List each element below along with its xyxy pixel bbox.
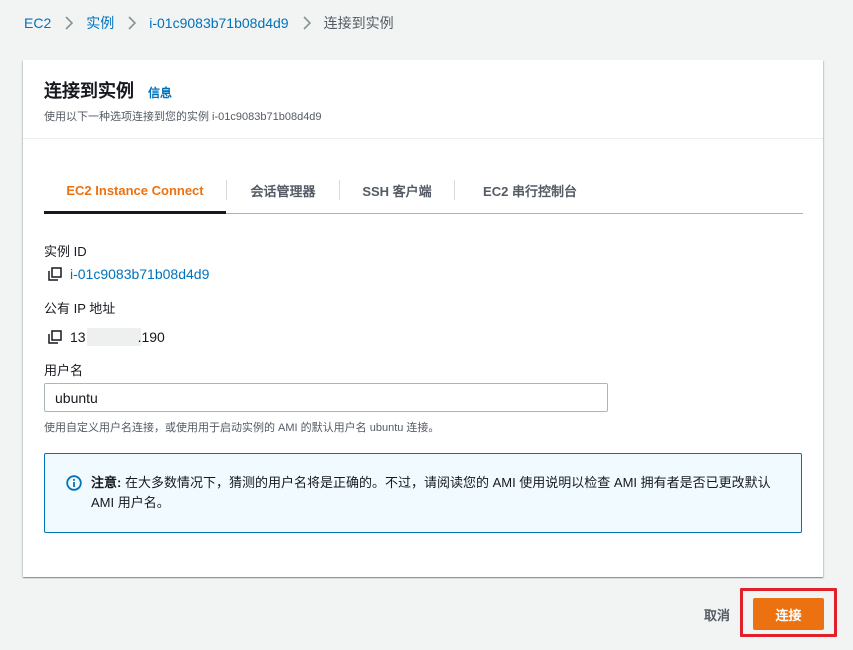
instance-id-value[interactable]: i-01c9083b71b08d4d9 xyxy=(70,266,209,282)
breadcrumb-instance-id[interactable]: i-01c9083b71b08d4d9 xyxy=(149,15,288,31)
tab-ssh-client[interactable]: SSH 客户端 xyxy=(340,168,454,213)
username-hint: 使用自定义用户名连接，或使用用于启动实例的 AMI 的默认用户名 ubuntu … xyxy=(44,422,440,434)
username-alert: 注意: 在大多数情况下，猜测的用户名将是正确的。不过，请阅读您的 AMI 使用说… xyxy=(44,453,802,533)
panel-description: 使用以下一种选项连接到您的实例 i-01c9083b71b08d4d9 xyxy=(44,111,322,123)
connect-panel: 连接到实例 信息 使用以下一种选项连接到您的实例 i-01c9083b71b08… xyxy=(23,60,823,577)
public-ip-prefix: 13 xyxy=(70,329,86,345)
chevron-right-icon xyxy=(64,16,74,30)
page-title: 连接到实例 xyxy=(44,81,134,101)
chevron-right-icon xyxy=(302,16,311,30)
alert-message: 注意: 在大多数情况下，猜测的用户名将是正确的。不过，请阅读您的 AMI 使用说… xyxy=(91,473,781,513)
panel-header: 连接到实例 信息 使用以下一种选项连接到您的实例 i-01c9083b71b08… xyxy=(23,60,823,139)
chevron-right-icon xyxy=(127,16,137,30)
username-label: 用户名 xyxy=(44,363,84,378)
tab-serial-console[interactable]: EC2 串行控制台 xyxy=(455,168,605,213)
breadcrumb-current: 连接到实例 xyxy=(323,15,394,31)
cancel-button[interactable]: 取消 xyxy=(690,599,744,629)
alert-strong: 注意: xyxy=(91,475,122,490)
connect-method-tabs: EC2 Instance Connect 会话管理器 SSH 客户端 EC2 串… xyxy=(44,168,803,214)
breadcrumb-ec2[interactable]: EC2 xyxy=(24,15,51,31)
instance-id-row: i-01c9083b71b08d4d9 xyxy=(48,266,209,282)
tab-ec2-instance-connect[interactable]: EC2 Instance Connect xyxy=(44,168,226,214)
breadcrumb-instances[interactable]: 实例 xyxy=(86,13,114,33)
public-ip-label: 公有 IP 地址 xyxy=(44,301,116,316)
breadcrumb: EC2 实例 i-01c9083b71b08d4d9 连接到实例 xyxy=(24,13,394,33)
redaction-mask xyxy=(86,328,141,346)
info-link[interactable]: 信息 xyxy=(148,84,172,101)
public-ip-row: 13 .190 xyxy=(48,328,165,346)
alert-text: 在大多数情况下，猜测的用户名将是正确的。不过，请阅读您的 AMI 使用说明以检查… xyxy=(91,475,771,510)
public-ip-suffix: .190 xyxy=(137,329,165,345)
instance-id-label: 实例 ID xyxy=(44,244,87,259)
info-circle-icon xyxy=(66,475,82,491)
tab-session-manager[interactable]: 会话管理器 xyxy=(227,168,339,213)
copy-icon[interactable] xyxy=(48,330,62,344)
username-input-value: ubuntu xyxy=(55,389,98,406)
username-input[interactable]: ubuntu xyxy=(44,383,608,412)
connect-button[interactable]: 连接 xyxy=(753,598,824,630)
copy-icon[interactable] xyxy=(48,267,62,281)
